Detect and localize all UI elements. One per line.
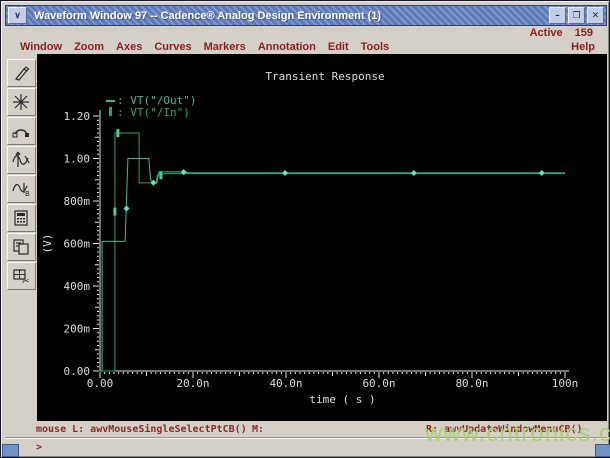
- minimize-button[interactable]: –: [549, 7, 566, 24]
- chevron-down-icon: ∨: [14, 10, 21, 20]
- trace-1[interactable]: [100, 132, 565, 372]
- menu-item-annotation[interactable]: Annotation: [252, 41, 322, 53]
- subwindow-cut-button[interactable]: ✂: [6, 262, 36, 290]
- close-icon: ✕: [591, 10, 600, 21]
- menu-item-axes[interactable]: Axes: [110, 41, 148, 53]
- svg-text:200m: 200m: [64, 323, 91, 336]
- session-status-row: Active 159: [5, 26, 607, 39]
- title-bar[interactable]: ∨ Waveform Window 97 -- Cadence® Analog …: [5, 5, 607, 26]
- window-scissors-icon: ✂: [11, 266, 31, 286]
- active-status-label: Active: [529, 26, 563, 39]
- main-content: B ✂ 0.00 20.0n 40.0n 60.0n 80.0n 100n 0.00 200m…: [5, 54, 607, 421]
- legend-marker-dash: [106, 100, 115, 102]
- waveform-canvas[interactable]: 0.00 20.0n 40.0n 60.0n 80.0n 100n 0.00 200m 400m…: [37, 54, 607, 421]
- pen-tool-button[interactable]: [6, 59, 36, 87]
- star-burst-icon: [11, 92, 31, 112]
- prompt-symbol: >: [36, 442, 43, 453]
- x-axis-ticks: [99, 372, 566, 378]
- calculator-button[interactable]: [6, 204, 36, 232]
- mouse-left-binding: mouse L: awvMouseSingleSelectPtCB(): [36, 424, 247, 435]
- axes: [99, 110, 569, 372]
- y-axis-title: (V): [41, 234, 54, 254]
- legend-marker-bar: [109, 107, 112, 116]
- maximize-button[interactable]: ❐: [568, 7, 585, 24]
- data-point-marker[interactable]: [116, 129, 120, 137]
- menu-item-help[interactable]: Help: [571, 41, 607, 53]
- traces: [100, 129, 565, 372]
- svg-text:100n: 100n: [552, 377, 579, 390]
- svg-text:400m: 400m: [64, 280, 91, 293]
- mouse-middle-binding: M:: [252, 424, 265, 435]
- data-point-marker[interactable]: [159, 171, 163, 180]
- data-point-marker[interactable]: [180, 169, 187, 176]
- arc-tool-button[interactable]: [6, 117, 36, 145]
- waveform-b-icon: B: [11, 179, 31, 199]
- maximize-icon: ❐: [572, 10, 581, 21]
- copy-pages-icon: [11, 237, 31, 257]
- window-controls: – ❐ ✕: [549, 7, 604, 24]
- svg-text:600m: 600m: [64, 238, 91, 251]
- x-axis-labels: 0.00 20.0n 40.0n 60.0n 80.0n 100n: [87, 377, 579, 390]
- data-point-marker[interactable]: [410, 169, 417, 176]
- svg-text:0.00: 0.00: [87, 377, 114, 390]
- minimize-icon: –: [555, 10, 560, 21]
- menu-items: Window Zoom Axes Curves Markers Annotation Edi…: [14, 41, 395, 53]
- menu-item-curves[interactable]: Curves: [148, 41, 197, 53]
- window-title: Waveform Window 97 -- Cadence® Analog De…: [34, 9, 382, 22]
- copy-window-button[interactable]: [6, 233, 36, 261]
- svg-text:800m: 800m: [64, 195, 91, 208]
- chart-title: Transient Response: [265, 70, 384, 83]
- legend-entry[interactable]: : VT("/In"): [117, 106, 190, 119]
- resize-grip-bottom-left[interactable]: [2, 444, 19, 457]
- side-toolbar: B ✂: [5, 54, 37, 421]
- menu-bar: Window Zoom Axes Curves Markers Annotation Edi…: [5, 39, 607, 54]
- menu-item-edit[interactable]: Edit: [322, 41, 355, 53]
- active-count: 159: [574, 26, 593, 39]
- menu-item-zoom[interactable]: Zoom: [68, 41, 110, 53]
- svg-text:40.0n: 40.0n: [269, 377, 302, 390]
- waveform-window: ∨ Waveform Window 97 -- Cadence® Analog …: [0, 0, 610, 458]
- trace-0[interactable]: [100, 158, 565, 372]
- svg-text:20.0n: 20.0n: [176, 377, 209, 390]
- transient-response-plot[interactable]: 0.00 20.0n 40.0n 60.0n 80.0n 100n 0.00 200m 400m…: [37, 54, 607, 421]
- svg-text:✂: ✂: [22, 277, 30, 286]
- svg-text:1.20: 1.20: [64, 110, 91, 123]
- menu-item-tools[interactable]: Tools: [355, 41, 396, 53]
- data-point-marker[interactable]: [113, 207, 117, 216]
- data-point-marker[interactable]: [123, 205, 130, 212]
- y-axis-ticks: [93, 115, 99, 372]
- arc-icon: [11, 121, 31, 141]
- pen-icon: [11, 63, 31, 83]
- data-point-marker[interactable]: [538, 169, 545, 176]
- svg-text:80.0n: 80.0n: [455, 377, 488, 390]
- zoom-star-button[interactable]: [6, 88, 36, 116]
- calculator-icon: [11, 208, 31, 228]
- menu-item-window[interactable]: Window: [14, 41, 68, 53]
- svg-text:1.00: 1.00: [64, 153, 91, 166]
- svg-text:0.00: 0.00: [64, 365, 91, 378]
- close-button[interactable]: ✕: [587, 7, 604, 24]
- x-axis-title: time ( s ): [309, 393, 375, 406]
- waveform-clip-icon: [11, 150, 31, 170]
- waveform-clip-button[interactable]: [6, 146, 36, 174]
- window-menu-button[interactable]: ∨: [8, 7, 27, 24]
- svg-text:60.0n: 60.0n: [362, 377, 395, 390]
- menu-item-markers[interactable]: Markers: [198, 41, 252, 53]
- waveform-b-button[interactable]: B: [6, 175, 36, 203]
- data-point-marker[interactable]: [282, 169, 289, 176]
- watermark-text: www.cntronics.com: [425, 420, 610, 447]
- y-axis-labels: 0.00 200m 400m 600m 800m 1.00 1.20: [64, 110, 91, 378]
- legend: : VT("/Out"): VT("/In"): [106, 94, 196, 119]
- svg-text:B: B: [25, 190, 30, 198]
